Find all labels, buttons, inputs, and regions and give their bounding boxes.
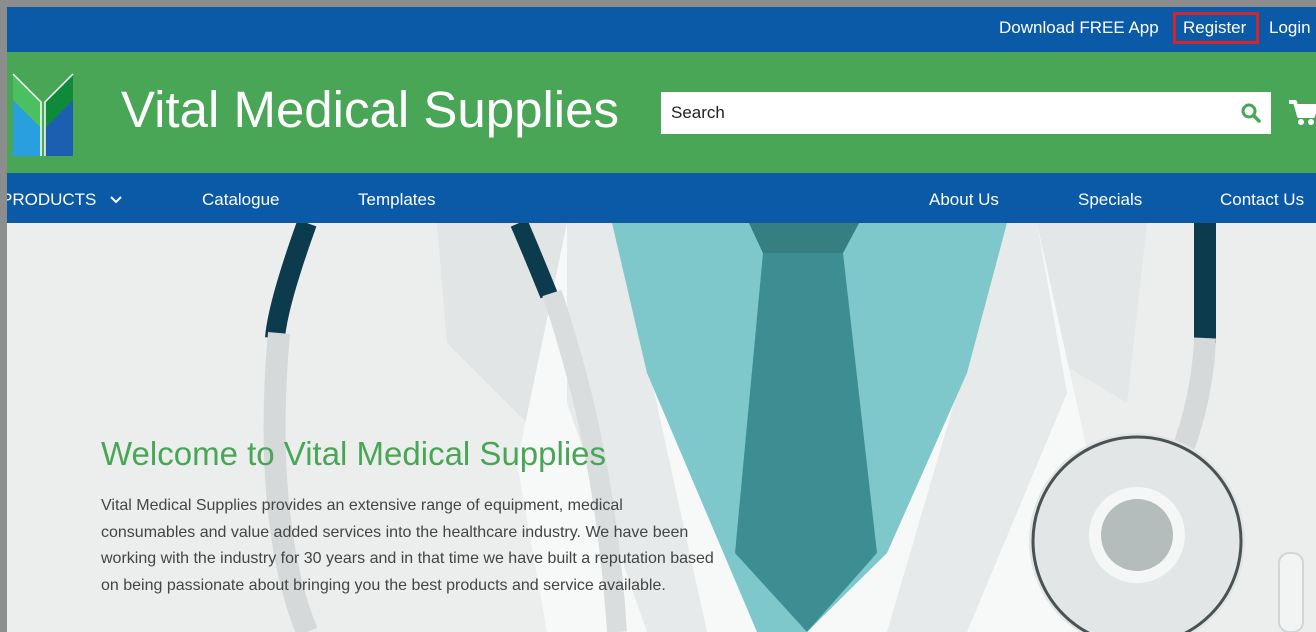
chevron-down-icon	[110, 196, 122, 204]
nav-about-us[interactable]: About Us	[929, 190, 999, 210]
download-app-link[interactable]: Download FREE App	[999, 18, 1159, 38]
nav-specials[interactable]: Specials	[1078, 190, 1142, 210]
logo-icon[interactable]	[11, 72, 75, 156]
welcome-heading: Welcome to Vital Medical Supplies	[101, 435, 607, 472]
nav-contact-us[interactable]: Contact Us	[1220, 190, 1304, 210]
hero-banner: Welcome to Vital Medical Supplies Vital …	[7, 223, 1316, 632]
nav-products[interactable]: PRODUCTS	[7, 190, 123, 210]
search-button[interactable]	[1241, 103, 1261, 128]
site-title[interactable]: Vital Medical Supplies	[121, 80, 619, 139]
main-nav: PRODUCTS Catalogue Templates About Us Sp…	[7, 173, 1316, 223]
nav-products-label: PRODUCTS	[7, 190, 97, 209]
site-header: Vital Medical Supplies	[7, 52, 1316, 173]
search-bar	[661, 92, 1271, 134]
browser-viewport: Download FREE App Register Login Vital M…	[7, 7, 1316, 632]
search-icon	[1241, 103, 1261, 123]
login-link[interactable]: Login	[1269, 18, 1311, 38]
register-link[interactable]: Register	[1183, 18, 1246, 38]
top-utility-bar: Download FREE App Register Login	[7, 7, 1316, 52]
search-input[interactable]	[661, 92, 1231, 134]
nav-templates[interactable]: Templates	[358, 190, 435, 210]
cart-icon[interactable]	[1287, 98, 1316, 126]
intro-paragraph: Vital Medical Supplies provides an exten…	[101, 497, 714, 594]
nav-catalogue[interactable]: Catalogue	[202, 190, 280, 210]
